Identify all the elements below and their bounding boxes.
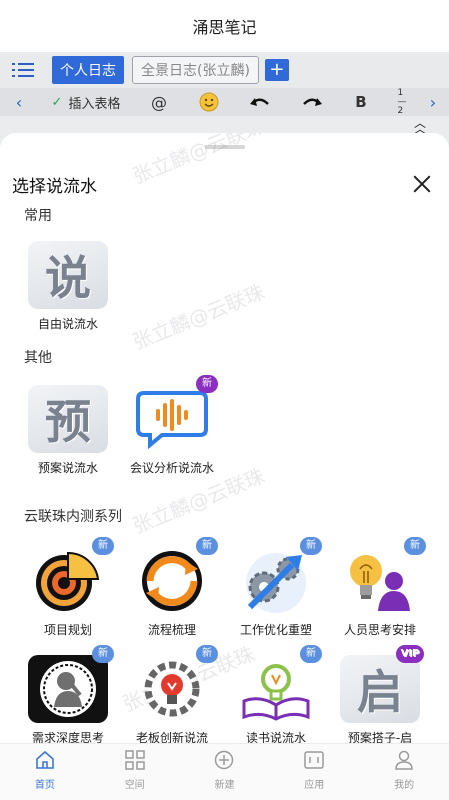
book-bulb-icon [242, 664, 310, 721]
flow-item-staff-arrangement[interactable]: 新 人员思考安排 [330, 537, 430, 638]
plan-partner-char: 启 [357, 665, 403, 719]
nav-label: 空间 [124, 780, 145, 791]
new-badge: 新 [404, 537, 426, 555]
select-flow-sheet: 选择说流水 张立麟@云联珠 张立麟@云联珠 张立麟@云联珠 张立麟@云联珠 常用… [0, 133, 449, 743]
project-planning-tile: 新 [28, 537, 114, 615]
new-badge: 新 [196, 645, 218, 663]
nav-mine[interactable]: 我的 [359, 744, 449, 800]
item-label: 读书说流水 [245, 731, 306, 743]
flow-item-meeting-analysis[interactable]: 新 会议分析说流水 [122, 375, 222, 476]
vip-badge: VIP [396, 645, 424, 663]
item-label: 需求深度思考 [31, 731, 104, 743]
collapse-up-icon[interactable]: ︿ ︿ [414, 117, 426, 135]
editor-toolbar: ‹ ✓ 插入表格 @ B 1—2 › [0, 88, 449, 116]
nav-space[interactable]: 空间 [90, 744, 180, 800]
fraction-button[interactable]: 1—2 [384, 87, 420, 116]
bold-button[interactable]: B [338, 93, 384, 111]
grid-icon [124, 750, 145, 770]
item-label: 预案搭子-启 [347, 731, 413, 743]
plus-circle-icon [215, 750, 234, 770]
tab-personal-log[interactable]: 个人日志 [52, 56, 124, 84]
mention-button[interactable]: @ [134, 93, 184, 112]
check-icon: ✓ [51, 94, 63, 110]
section-series-title: 云联珠内测系列 [24, 509, 122, 525]
watermark: 张立麟@云联珠 [129, 279, 268, 355]
add-tab-button[interactable]: + [264, 59, 289, 81]
thinker-icon [40, 661, 96, 717]
undo-button[interactable] [234, 95, 286, 109]
item-label: 自由说流水 [37, 317, 98, 331]
tab-bar: 个人日志 全景日志(张立麟) + [0, 52, 449, 88]
flow-item-work-optimization[interactable]: 新 工作优化重塑 [226, 537, 326, 638]
item-label: 流程梳理 [147, 623, 196, 637]
reading-talk-tile: 新 [236, 645, 322, 723]
item-label: 人员思考安排 [343, 623, 416, 637]
flow-item-process-sorting[interactable]: 新 流程梳理 [122, 537, 222, 638]
meeting-analysis-tile: 新 [132, 375, 218, 453]
nav-label: 首页 [34, 780, 55, 791]
item-label: 项目规划 [43, 623, 92, 637]
redo-button[interactable] [286, 95, 338, 109]
flow-item-boss-innovation[interactable]: 新 老板创新说流 [122, 645, 222, 743]
item-label: 预案说流水 [37, 461, 98, 475]
flow-item-project-planning[interactable]: 新 项目规划 [18, 537, 118, 638]
nav-home[interactable]: 首页 [0, 744, 90, 800]
flow-item-free-talk[interactable]: 说 自由说流水 [18, 241, 118, 332]
insert-table-label: 插入表格 [68, 96, 121, 112]
bulb-person-icon [350, 555, 410, 611]
voice-chat-icon [136, 391, 208, 450]
new-badge: 新 [300, 645, 322, 663]
bottom-nav: 首页 空间 新建 应用 我的 [0, 743, 449, 800]
fraction-icon: 1—2 [397, 87, 407, 116]
insert-table-button[interactable]: ✓ 插入表格 [38, 93, 134, 112]
staff-arrangement-tile: 新 [340, 537, 426, 615]
redo-icon [303, 98, 322, 106]
cycle-arrows-icon [142, 551, 202, 611]
home-icon [36, 750, 54, 769]
emoji-icon [199, 92, 219, 112]
gear-bulb-icon [144, 661, 200, 717]
plan-partner-tile: 启 VIP [340, 645, 424, 723]
plan-talk-icon: 预 [28, 385, 108, 453]
target-chart-icon [36, 551, 100, 611]
nav-apps[interactable]: 应用 [269, 744, 359, 800]
user-icon [395, 750, 413, 770]
close-icon[interactable] [413, 175, 431, 193]
new-badge: 新 [92, 645, 114, 663]
work-optimization-tile: 新 [236, 537, 322, 615]
new-badge: 新 [92, 537, 114, 555]
emoji-button[interactable] [184, 92, 234, 112]
flow-item-plan-talk[interactable]: 预 预案说流水 [18, 385, 118, 476]
flow-item-plan-partner[interactable]: 启 VIP 预案搭子-启 [330, 645, 430, 743]
app-title: 涌思笔记 [0, 0, 449, 52]
menu-icon[interactable] [12, 62, 34, 78]
boss-innovation-tile: 新 [132, 645, 218, 723]
new-badge: 新 [196, 537, 218, 555]
app-frame-icon [304, 751, 325, 769]
nav-label: 应用 [304, 780, 325, 791]
free-talk-icon: 说 [28, 241, 108, 309]
new-badge: 新 [196, 375, 218, 393]
item-label: 老板创新说流 [135, 731, 208, 743]
new-badge: 新 [300, 537, 322, 555]
sheet-title: 选择说流水 [12, 177, 97, 197]
watermark: 张立麟@云联珠 [129, 133, 268, 189]
item-label: 会议分析说流水 [129, 461, 214, 475]
flow-item-reading-talk[interactable]: 新 读书说流水 [226, 645, 326, 743]
nav-label: 新建 [214, 780, 235, 791]
toolbar-next-button[interactable]: › [420, 93, 446, 112]
undo-icon [250, 98, 269, 106]
deep-thinking-tile: 新 [28, 645, 114, 723]
section-other-title: 其他 [24, 350, 52, 366]
tab-panorama-log[interactable]: 全景日志(张立麟) [132, 56, 259, 84]
nav-label: 我的 [394, 780, 415, 791]
process-sorting-tile: 新 [132, 537, 218, 615]
item-label: 工作优化重塑 [239, 623, 312, 637]
toolbar-prev-button[interactable]: ‹ [0, 93, 38, 112]
nav-new[interactable]: 新建 [180, 744, 270, 800]
gears-arrow-icon [246, 553, 306, 613]
flow-item-deep-thinking[interactable]: 新 需求深度思考 [18, 645, 118, 743]
section-common-title: 常用 [24, 208, 52, 224]
